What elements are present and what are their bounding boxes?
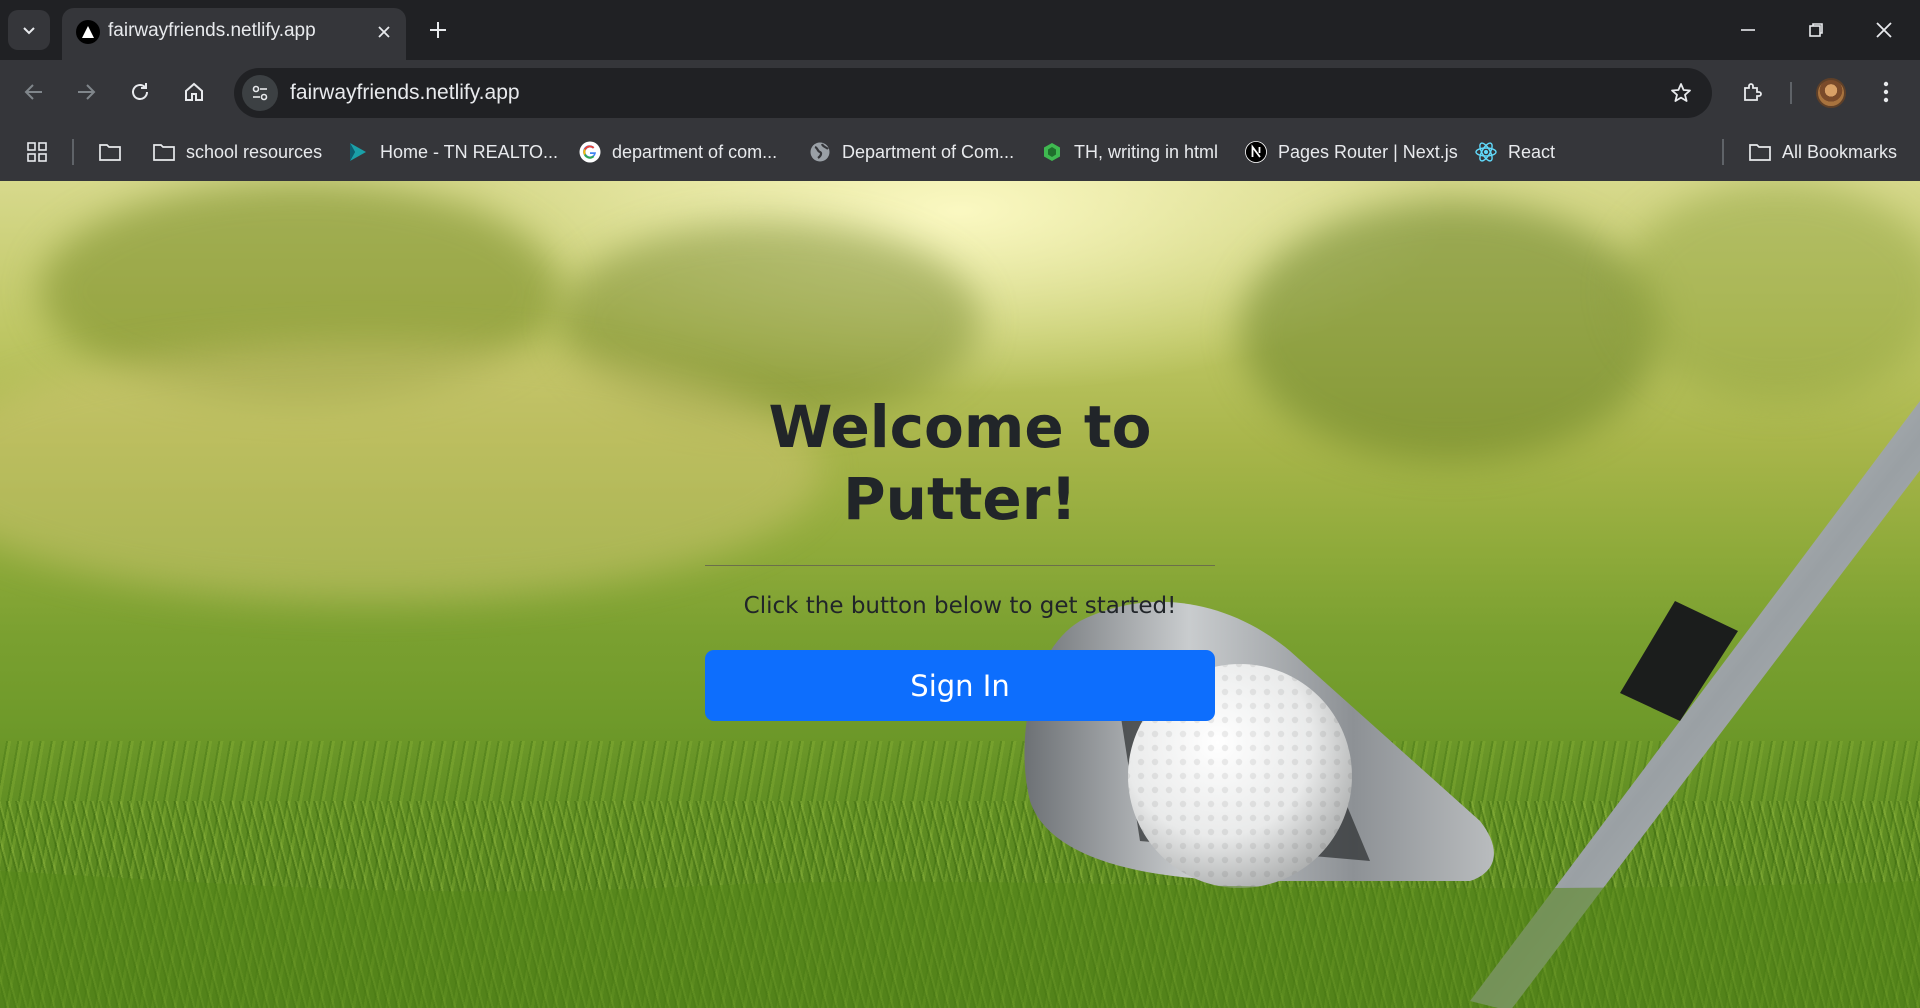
- bookmark-star-button[interactable]: [1664, 76, 1698, 110]
- bookmark-th-writing-in-html[interactable]: TH, writing in html: [1040, 136, 1218, 168]
- folder-icon: [1748, 140, 1772, 164]
- reload-button[interactable]: [118, 70, 162, 114]
- restore-icon: [1809, 23, 1823, 37]
- sign-in-button[interactable]: Sign In: [705, 650, 1215, 721]
- folder-icon: [152, 140, 176, 164]
- bookmark-label: Department of Com...: [842, 141, 1015, 162]
- react-icon: [1474, 140, 1498, 164]
- google-icon: [578, 140, 602, 164]
- tab-close-icon[interactable]: [370, 18, 398, 46]
- bookmark-label: React: [1508, 141, 1556, 162]
- divider: [705, 565, 1215, 566]
- bookmarks-bar: school resources Home - TN REALTO... dep…: [0, 124, 1920, 181]
- reload-icon: [132, 83, 148, 100]
- page-viewport: Welcome to Putter! Click the button belo…: [0, 181, 1920, 1008]
- apps-button[interactable]: [26, 136, 48, 168]
- bookmark-school-resources[interactable]: school resources: [152, 136, 322, 168]
- bookmark-label: Pages Router | Next.js: [1278, 141, 1458, 162]
- menu-button[interactable]: [1864, 70, 1908, 114]
- browser-toolbar: fairwayfriends.netlify.app: [0, 60, 1920, 124]
- star-icon: [1671, 83, 1691, 102]
- globe-icon: [808, 140, 832, 164]
- tab-title: fairwayfriends.netlify.app: [108, 20, 316, 41]
- minimize-icon: [1741, 29, 1755, 31]
- nextjs-icon: [1244, 140, 1268, 164]
- bookmarks-divider: [72, 139, 74, 165]
- bookmark-department-of-com-globe[interactable]: Department of Com...: [808, 136, 1014, 168]
- site-info-button[interactable]: [242, 75, 278, 111]
- all-bookmarks-button[interactable]: All Bookmarks: [1748, 136, 1897, 168]
- url-text[interactable]: fairwayfriends.netlify.app: [290, 81, 520, 105]
- realtor-icon: [346, 140, 370, 164]
- puzzle-icon: [1744, 83, 1762, 101]
- bookmark-label: school resources: [186, 141, 323, 162]
- back-button[interactable]: [12, 70, 56, 114]
- chevron-down-icon: [23, 27, 35, 35]
- bookmark-department-of-com-google[interactable]: department of com...: [578, 136, 777, 168]
- toolbar-divider: [1790, 82, 1792, 104]
- arrow-right-icon: [78, 84, 96, 100]
- active-tab[interactable]: fairwayfriends.netlify.app: [62, 8, 406, 60]
- bookmark-react[interactable]: React: [1474, 136, 1555, 168]
- netlify-favicon-icon: [76, 20, 100, 44]
- foreground-grass: [0, 871, 1920, 1008]
- tab-search-button[interactable]: [8, 10, 50, 50]
- bookmark-folder-unnamed[interactable]: [98, 136, 122, 168]
- plus-icon: [430, 22, 446, 38]
- tab-strip: fairwayfriends.netlify.app: [0, 0, 1920, 60]
- minimize-button[interactable]: [1720, 8, 1776, 52]
- bookmark-label: Home - TN REALTO...: [380, 141, 559, 162]
- apps-grid-icon: [27, 142, 47, 162]
- close-window-button[interactable]: [1856, 8, 1912, 52]
- profile-avatar[interactable]: [1816, 78, 1846, 108]
- bookmark-label: department of com...: [612, 141, 778, 162]
- bookmark-label: TH, writing in html: [1074, 141, 1219, 162]
- codesandbox-icon: [1040, 140, 1064, 164]
- forward-button[interactable]: [64, 70, 108, 114]
- bookmark-tn-realtors[interactable]: Home - TN REALTO...: [346, 136, 558, 168]
- bookmark-pages-router-nextjs[interactable]: Pages Router | Next.js: [1244, 136, 1458, 168]
- all-bookmarks-label: All Bookmarks: [1782, 141, 1898, 162]
- tune-icon: [252, 85, 268, 101]
- more-vert-icon: [1883, 81, 1889, 103]
- home-button[interactable]: [172, 70, 216, 114]
- bookmarks-divider: [1722, 139, 1724, 165]
- new-tab-button[interactable]: [420, 12, 456, 48]
- extensions-button[interactable]: [1730, 70, 1774, 114]
- close-icon: [1876, 22, 1892, 38]
- restore-button[interactable]: [1788, 8, 1844, 52]
- page-title: Welcome to Putter!: [768, 393, 1152, 533]
- folder-icon: [99, 144, 121, 161]
- address-bar[interactable]: fairwayfriends.netlify.app: [234, 68, 1712, 118]
- arrow-left-icon: [24, 84, 42, 100]
- home-icon: [185, 82, 203, 101]
- page-subtitle: Click the button below to get started!: [743, 593, 1177, 619]
